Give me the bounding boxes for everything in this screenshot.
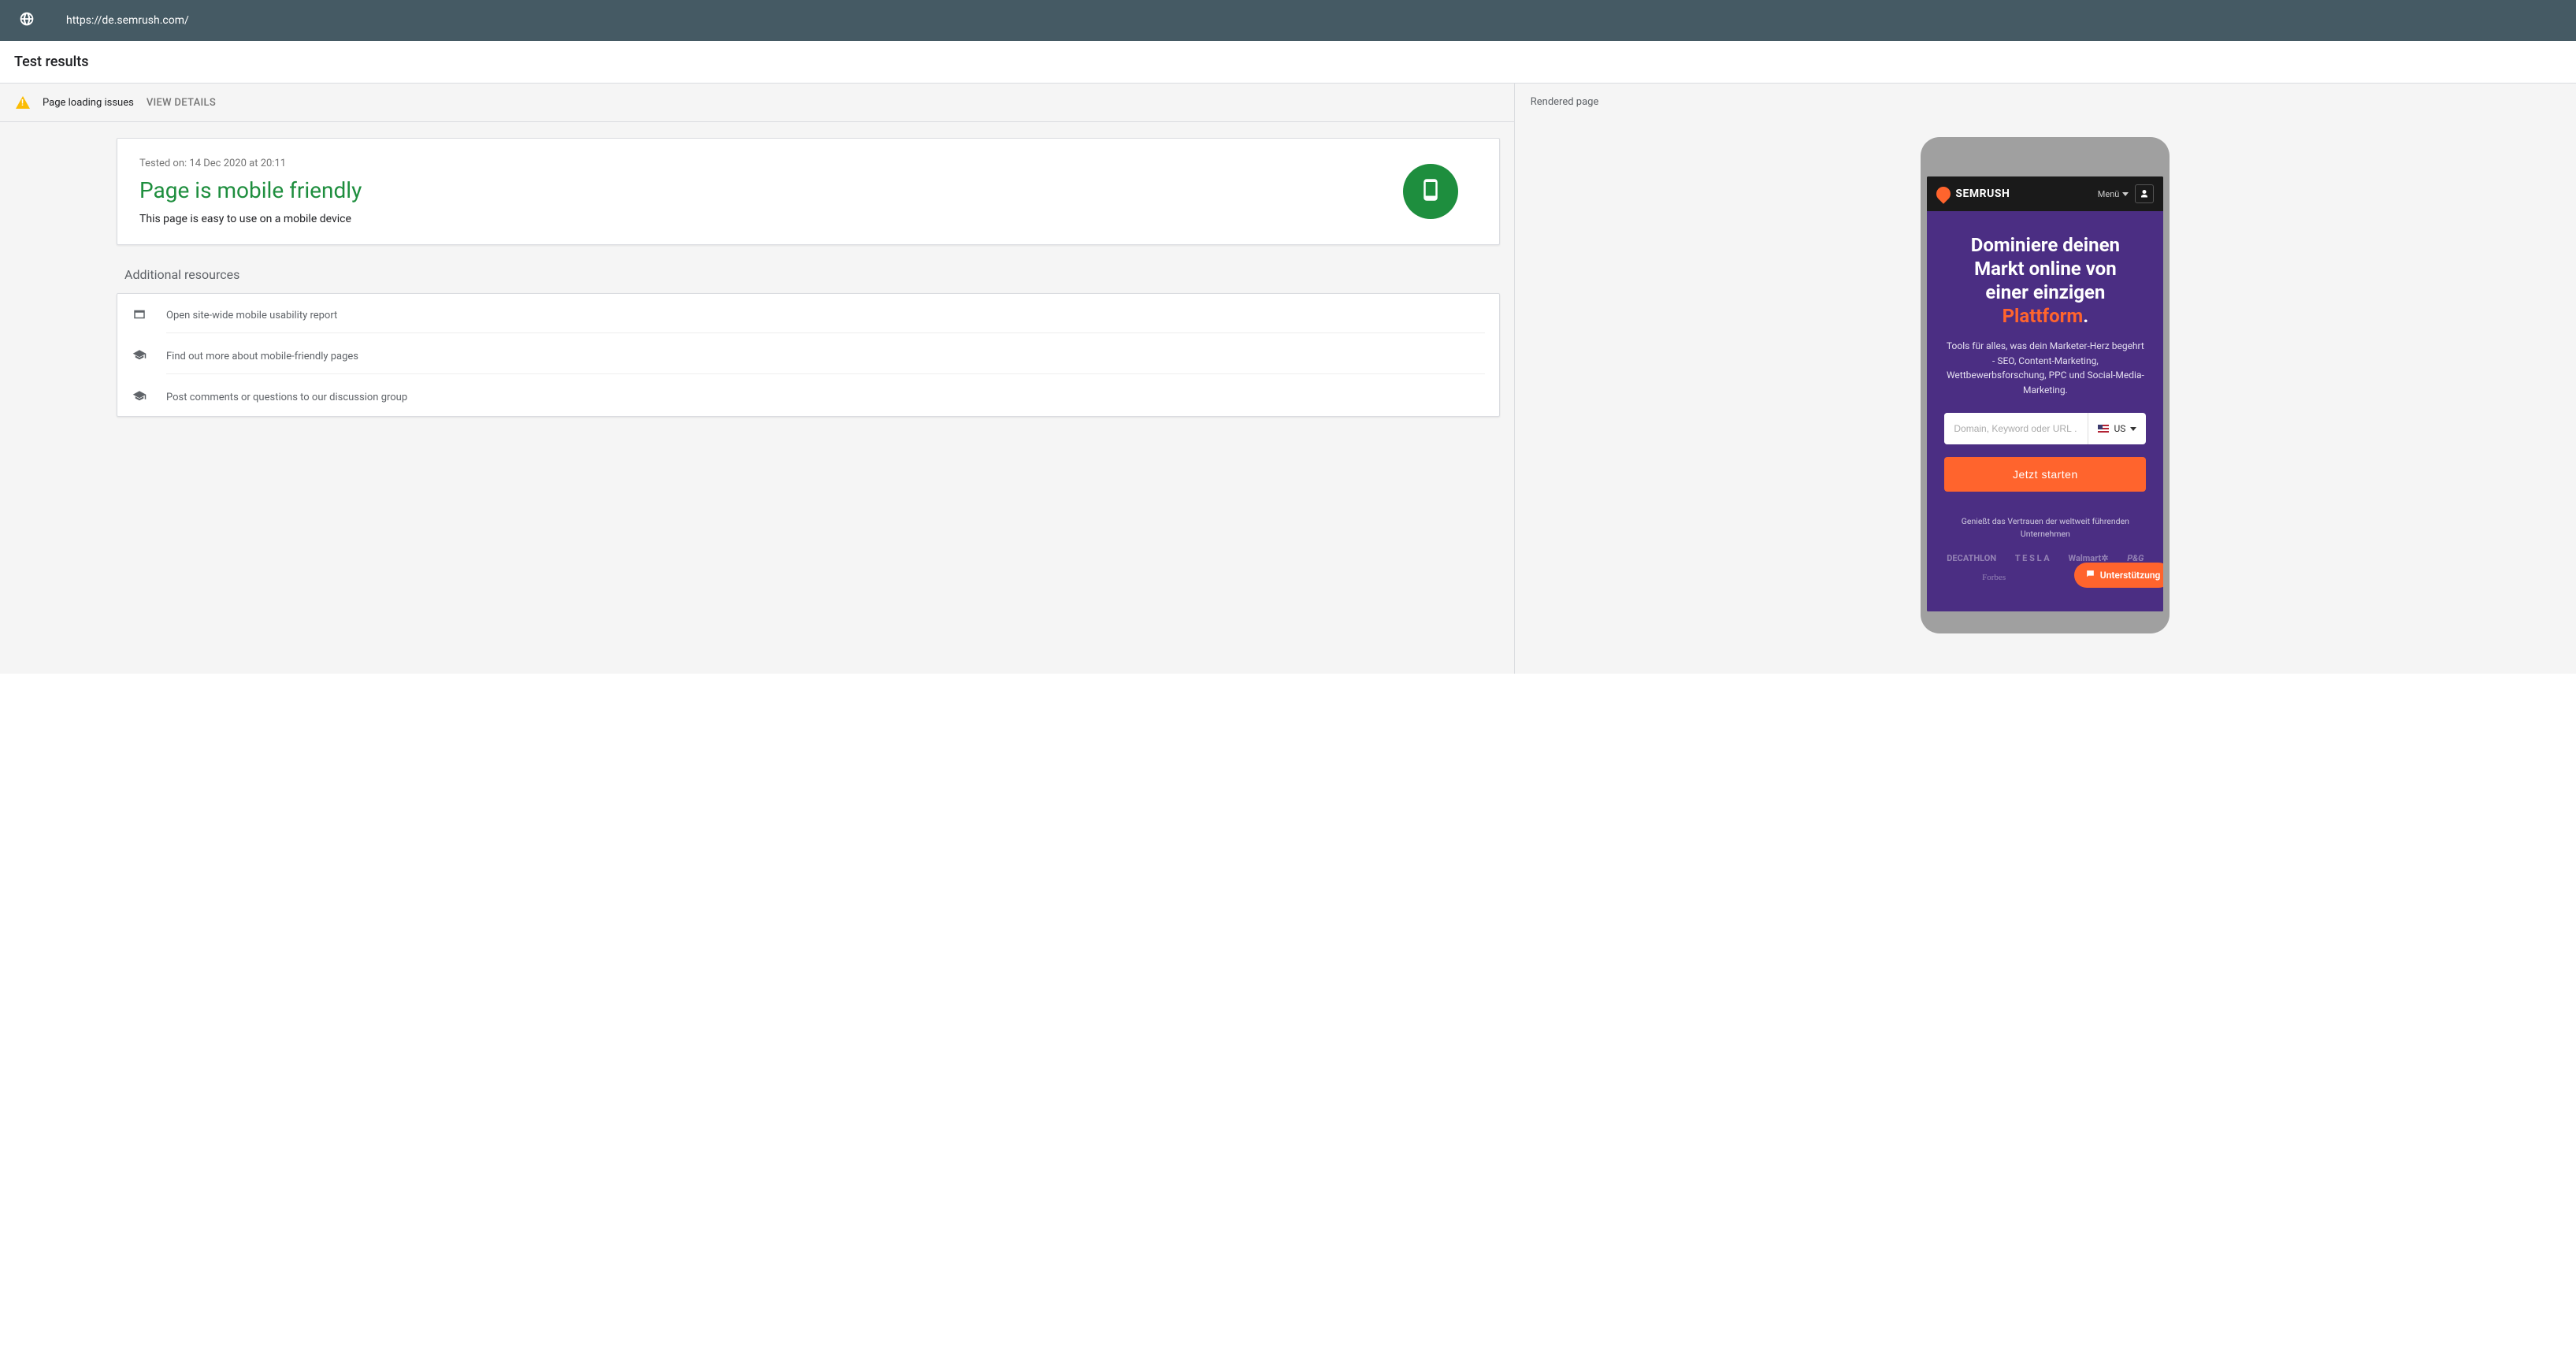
results-column: Page loading issues VIEW DETAILS Tested … (0, 84, 1515, 674)
resource-label: Open site-wide mobile usability report (166, 310, 337, 321)
chat-icon (2085, 569, 2095, 581)
fire-icon (1934, 184, 1954, 203)
loading-issues-bar: Page loading issues VIEW DETAILS (0, 84, 1514, 122)
resource-learn-more[interactable]: Find out more about mobile-friendly page… (117, 335, 1499, 376)
us-flag-icon (2098, 425, 2109, 433)
resources-card: Open site-wide mobile usability report F… (117, 293, 1500, 417)
resource-discussion-group[interactable]: Post comments or questions to our discus… (117, 376, 1499, 416)
preview-column: Rendered page SEMRUSH Menü (1515, 84, 2576, 674)
result-card: Tested on: 14 Dec 2020 at 20:11 Page is … (117, 138, 1500, 245)
tested-on-text: Tested on: 14 Dec 2020 at 20:11 (139, 158, 362, 169)
search-group: US (1944, 413, 2146, 444)
chevron-down-icon (2130, 427, 2136, 431)
brand-pg: P&G (2127, 553, 2144, 563)
domain-input[interactable] (1944, 413, 2088, 444)
hero-title: Dominiere deinen Markt online von einer … (1944, 233, 2146, 328)
semrush-logo: SEMRUSH (1936, 187, 2010, 201)
result-headline: Page is mobile friendly (139, 177, 362, 203)
warning-icon (16, 96, 30, 109)
brand-walmart: Walmart✲ (2069, 553, 2109, 563)
phone-screen: SEMRUSH Menü (1927, 176, 2163, 611)
start-button[interactable]: Jetzt starten (1944, 457, 2146, 492)
brand-tesla: T E S L A (2015, 553, 2050, 563)
page-title: Test results (14, 54, 2562, 70)
mobile-friendly-badge (1403, 164, 1458, 219)
globe-icon (19, 11, 35, 30)
phone-frame: SEMRUSH Menü (1921, 137, 2170, 633)
brand-forbes: Forbes (1982, 573, 2006, 583)
hero-subtitle: Tools für alles, was dein Marketer-Herz … (1944, 339, 2146, 397)
url-bar: https://de.semrush.com/ (0, 0, 2576, 41)
resource-label: Find out more about mobile-friendly page… (166, 351, 358, 362)
logo-text: SEMRUSH (1955, 188, 2010, 200)
user-button[interactable] (2135, 184, 2154, 203)
webpage-icon (132, 307, 147, 321)
view-details-button[interactable]: VIEW DETAILS (147, 97, 216, 109)
school-icon (132, 389, 147, 403)
tested-url: https://de.semrush.com/ (66, 14, 189, 27)
title-bar: Test results (0, 41, 2576, 84)
preview-header: SEMRUSH Menü (1927, 176, 2163, 211)
result-subtext: This page is easy to use on a mobile dev… (139, 213, 362, 225)
school-icon (132, 348, 147, 362)
chevron-down-icon (2122, 192, 2129, 196)
resource-label: Post comments or questions to our discus… (166, 392, 407, 403)
brand-decathlon: DECATHLON (1947, 553, 1996, 563)
smartphone-icon (1419, 178, 1442, 205)
support-button[interactable]: Unterstützung (2074, 563, 2164, 588)
trust-text: Genießt das Vertrauen der weltweit führe… (1944, 515, 2146, 540)
rendered-page-title: Rendered page (1515, 84, 2576, 121)
menu-button[interactable]: Menü (2098, 189, 2129, 199)
resource-site-wide-report[interactable]: Open site-wide mobile usability report (117, 294, 1499, 335)
loading-issues-label: Page loading issues (43, 97, 134, 109)
locale-selector[interactable]: US (2088, 413, 2146, 444)
resources-title: Additional resources (124, 267, 1500, 282)
preview-hero: Dominiere deinen Markt online von einer … (1927, 211, 2163, 611)
